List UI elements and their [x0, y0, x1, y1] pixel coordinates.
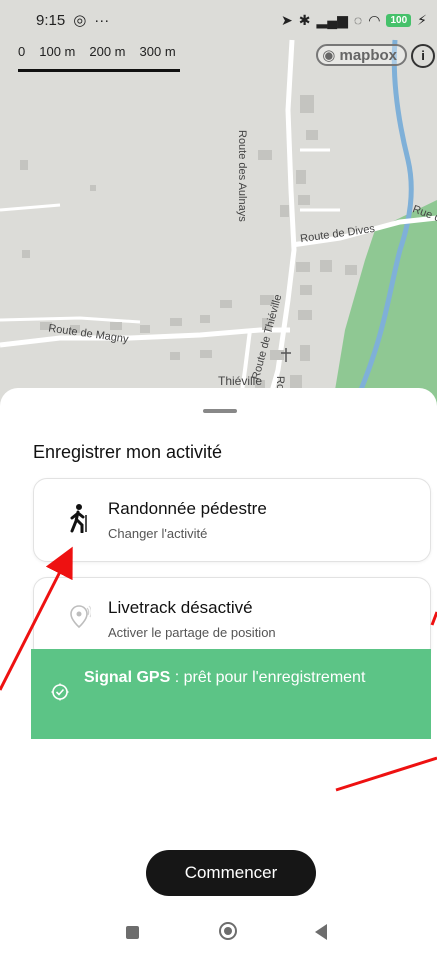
recents-square-icon[interactable] — [126, 926, 139, 939]
gps-check-icon — [51, 683, 69, 701]
wifi-icon: ◠ — [368, 11, 381, 28]
scale-label: 0 — [18, 44, 26, 59]
gps-status-message: : prêt pour l'enregistrement — [170, 669, 366, 686]
map-scale-labels: 0 100 m 200 m 300 m — [18, 44, 176, 59]
home-circle-icon[interactable] — [219, 922, 237, 940]
gps-status-text: Signal GPS : prêt pour l'enregistrement — [84, 667, 384, 688]
mapbox-logo: ◉ mapbox — [316, 44, 407, 66]
more-notifications-icon: ··· — [94, 11, 110, 29]
info-icon[interactable]: i — [411, 44, 435, 68]
hiker-icon — [70, 504, 87, 533]
road-label: Thiéville — [218, 374, 263, 388]
charging-icon: ⚡ — [417, 11, 427, 28]
location-arrow-icon: ➤ — [281, 11, 293, 28]
map-view[interactable]: 9:15 ◎ ··· ➤ ✱ ▂▄▆ ◌ ◠ 100 ⚡ 0 100 m 200… — [0, 0, 437, 420]
mapbox-mark-icon: ◉ — [322, 47, 336, 64]
sheet-drag-handle[interactable] — [203, 409, 237, 413]
gps-status-title: Signal GPS — [84, 669, 171, 686]
system-navigation-bar — [0, 913, 437, 953]
change-activity-link[interactable]: Changer l'activité — [108, 526, 207, 541]
signal-icon: ▂▄▆ — [316, 11, 348, 28]
activity-label: Randonnée pédestre — [108, 499, 267, 518]
attribution-text: mapbox — [339, 47, 397, 64]
instagram-icon: ◎ — [73, 12, 87, 29]
enable-sharing-link[interactable]: Activer le partage de position — [108, 625, 276, 640]
livetrack-label: Livetrack désactivé — [108, 598, 253, 617]
bluetooth-icon: ✱ — [298, 11, 311, 28]
record-activity-sheet: Enregistrer mon activité Randonnée pédes… — [0, 388, 437, 953]
scale-label: 100 m — [39, 44, 76, 59]
scale-label: 200 m — [89, 44, 126, 59]
gps-status-banner: Signal GPS : prêt pour l'enregistrement — [31, 649, 431, 739]
battery-icon: 100 — [386, 13, 412, 27]
map-scale-bar — [18, 69, 180, 72]
road-label: Route des Aulnays — [236, 130, 248, 222]
start-button[interactable]: Commencer — [146, 850, 316, 896]
back-triangle-icon[interactable] — [315, 924, 327, 940]
activity-type-card[interactable]: Randonnée pédestre Changer l'activité — [33, 478, 431, 562]
location-pin-icon — [70, 605, 91, 629]
status-bar: 9:15 ◎ ··· ➤ ✱ ▂▄▆ ◌ ◠ 100 ⚡ — [0, 0, 437, 40]
scale-label: 300 m — [139, 44, 176, 59]
clock: 9:15 — [36, 11, 66, 29]
wifi-calling-icon: ◌ — [353, 12, 363, 28]
sheet-title: Enregistrer mon activité — [33, 442, 223, 462]
